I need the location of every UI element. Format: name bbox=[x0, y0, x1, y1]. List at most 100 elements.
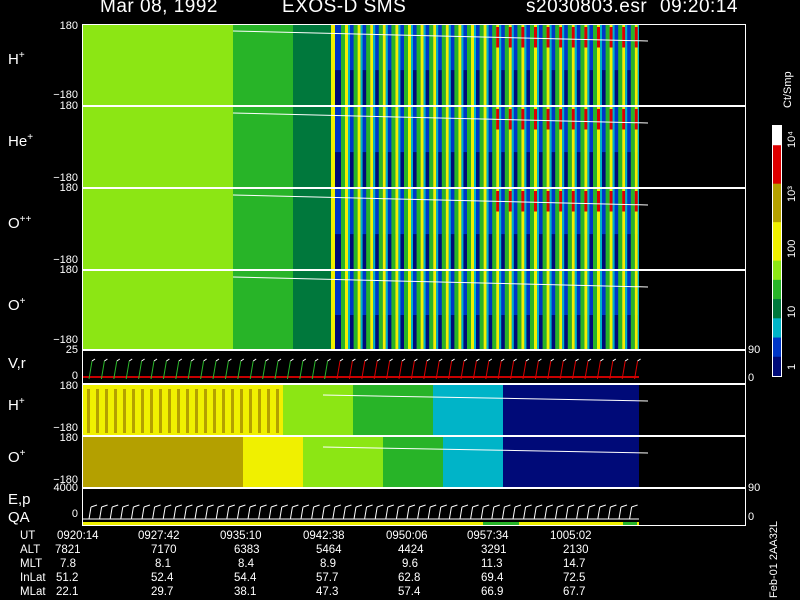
heat-stripe bbox=[574, 25, 577, 105]
energy-mark bbox=[353, 506, 357, 520]
tick-top: 25 bbox=[65, 344, 78, 356]
heat-stripe bbox=[391, 107, 396, 187]
energy-mark bbox=[567, 504, 575, 508]
heat-stripe bbox=[420, 271, 424, 349]
heat-stripe bbox=[420, 25, 424, 105]
colorbar-band bbox=[773, 222, 781, 242]
energy-mark bbox=[205, 506, 209, 520]
heat-stripe bbox=[382, 189, 386, 269]
heat-stripe bbox=[408, 189, 411, 269]
heat-stripe bbox=[411, 189, 413, 269]
heat-stripe bbox=[357, 189, 361, 269]
heat-stripe bbox=[567, 271, 572, 349]
heat-stripe bbox=[537, 107, 539, 187]
energy-mark bbox=[451, 504, 458, 508]
velocity-mark bbox=[153, 358, 158, 362]
row-label: MLT bbox=[20, 558, 43, 570]
heat-stripe bbox=[605, 189, 610, 269]
heat-stripe bbox=[454, 107, 459, 187]
heat-stripe bbox=[521, 109, 525, 130]
heat-stripe bbox=[416, 189, 421, 269]
energy-mark bbox=[90, 504, 98, 508]
heat-region bbox=[303, 437, 383, 487]
heat-stripe bbox=[634, 27, 638, 48]
colorbar-tick-10: 10 bbox=[786, 305, 798, 318]
heat-stripe bbox=[373, 271, 376, 349]
heat-stripe bbox=[580, 189, 585, 269]
heat-stripe bbox=[448, 189, 451, 269]
heat-region bbox=[83, 385, 283, 435]
heat-stripe bbox=[385, 189, 388, 269]
heat-region bbox=[639, 25, 745, 105]
energy-mark bbox=[300, 506, 304, 520]
energy-mark bbox=[292, 504, 299, 508]
heat-stripe bbox=[618, 189, 623, 269]
velocity-mark bbox=[290, 358, 294, 362]
heat-stripe bbox=[461, 107, 464, 187]
velocity-mark bbox=[128, 358, 133, 362]
alt-value: 5464 bbox=[316, 544, 342, 556]
colorbar-band bbox=[773, 164, 781, 185]
inlat-value: 52.4 bbox=[151, 572, 174, 584]
heat-region bbox=[503, 385, 639, 435]
energy-mark bbox=[629, 506, 633, 520]
row-label: MLat bbox=[20, 586, 46, 598]
mlt-value: 14.7 bbox=[563, 558, 586, 570]
heat-stripe bbox=[398, 25, 401, 105]
heat-stripe bbox=[353, 189, 358, 269]
energy-mark bbox=[289, 506, 293, 520]
energy-mark bbox=[258, 506, 262, 520]
panel-energy-pitch-qa bbox=[82, 488, 746, 526]
velocity-mark bbox=[314, 358, 319, 362]
heat-stripe bbox=[567, 107, 572, 187]
heat-stripe bbox=[534, 271, 537, 349]
energy-mark bbox=[260, 504, 267, 508]
heat-stripe bbox=[530, 189, 534, 269]
energy-mark bbox=[610, 504, 617, 508]
velocity-mark bbox=[525, 358, 530, 362]
heat-stripe bbox=[618, 25, 623, 105]
mlt-value: 8.1 bbox=[155, 558, 171, 570]
energy-mark bbox=[470, 506, 474, 520]
heat-stripe bbox=[593, 107, 597, 187]
heat-stripe bbox=[622, 27, 626, 48]
heat-stripe bbox=[625, 107, 628, 187]
energy-mark bbox=[565, 506, 569, 520]
velocity-mark bbox=[339, 358, 344, 362]
velocity-mark bbox=[178, 358, 183, 362]
heat-stripe bbox=[546, 271, 550, 349]
colorbar-band bbox=[773, 202, 781, 223]
heat-stripe bbox=[398, 189, 401, 269]
heat-region bbox=[639, 385, 745, 435]
o-plus-plus-heatmap bbox=[83, 189, 745, 269]
energy-mark bbox=[281, 504, 288, 508]
heat-stripe bbox=[571, 109, 575, 130]
energy-mark bbox=[239, 504, 246, 508]
o-plus-heatmap bbox=[83, 271, 745, 349]
heat-stripe bbox=[360, 107, 363, 187]
header-time: 09:20:14 bbox=[660, 0, 738, 17]
heat-stripe bbox=[177, 389, 180, 433]
heat-stripe bbox=[597, 109, 600, 130]
energy-mark bbox=[154, 504, 161, 508]
heat-stripe bbox=[630, 25, 635, 105]
energy-mark bbox=[398, 504, 405, 508]
velocity-mark bbox=[612, 358, 617, 362]
panel-label-h-plus-energy: H+ bbox=[8, 396, 25, 414]
energy-mark bbox=[514, 504, 522, 508]
energy-mark bbox=[345, 504, 352, 508]
energy-mark bbox=[271, 504, 278, 508]
heat-stripe bbox=[345, 107, 348, 187]
inlat-value: 51.2 bbox=[56, 572, 79, 584]
header-file: s2030803.esr bbox=[526, 0, 648, 17]
mlt-value: 7.8 bbox=[60, 558, 76, 570]
energy-mark bbox=[525, 504, 532, 508]
row-label: UT bbox=[20, 530, 36, 542]
colorbar-tick-1000: 10³ bbox=[786, 186, 798, 202]
heat-stripe bbox=[382, 271, 386, 349]
energy-mark bbox=[395, 506, 399, 520]
heat-stripe bbox=[395, 25, 399, 105]
panel-label-o-plus-plus: O++ bbox=[8, 214, 32, 232]
panel-velocity-radius bbox=[82, 350, 746, 384]
energy-mark bbox=[374, 506, 378, 520]
